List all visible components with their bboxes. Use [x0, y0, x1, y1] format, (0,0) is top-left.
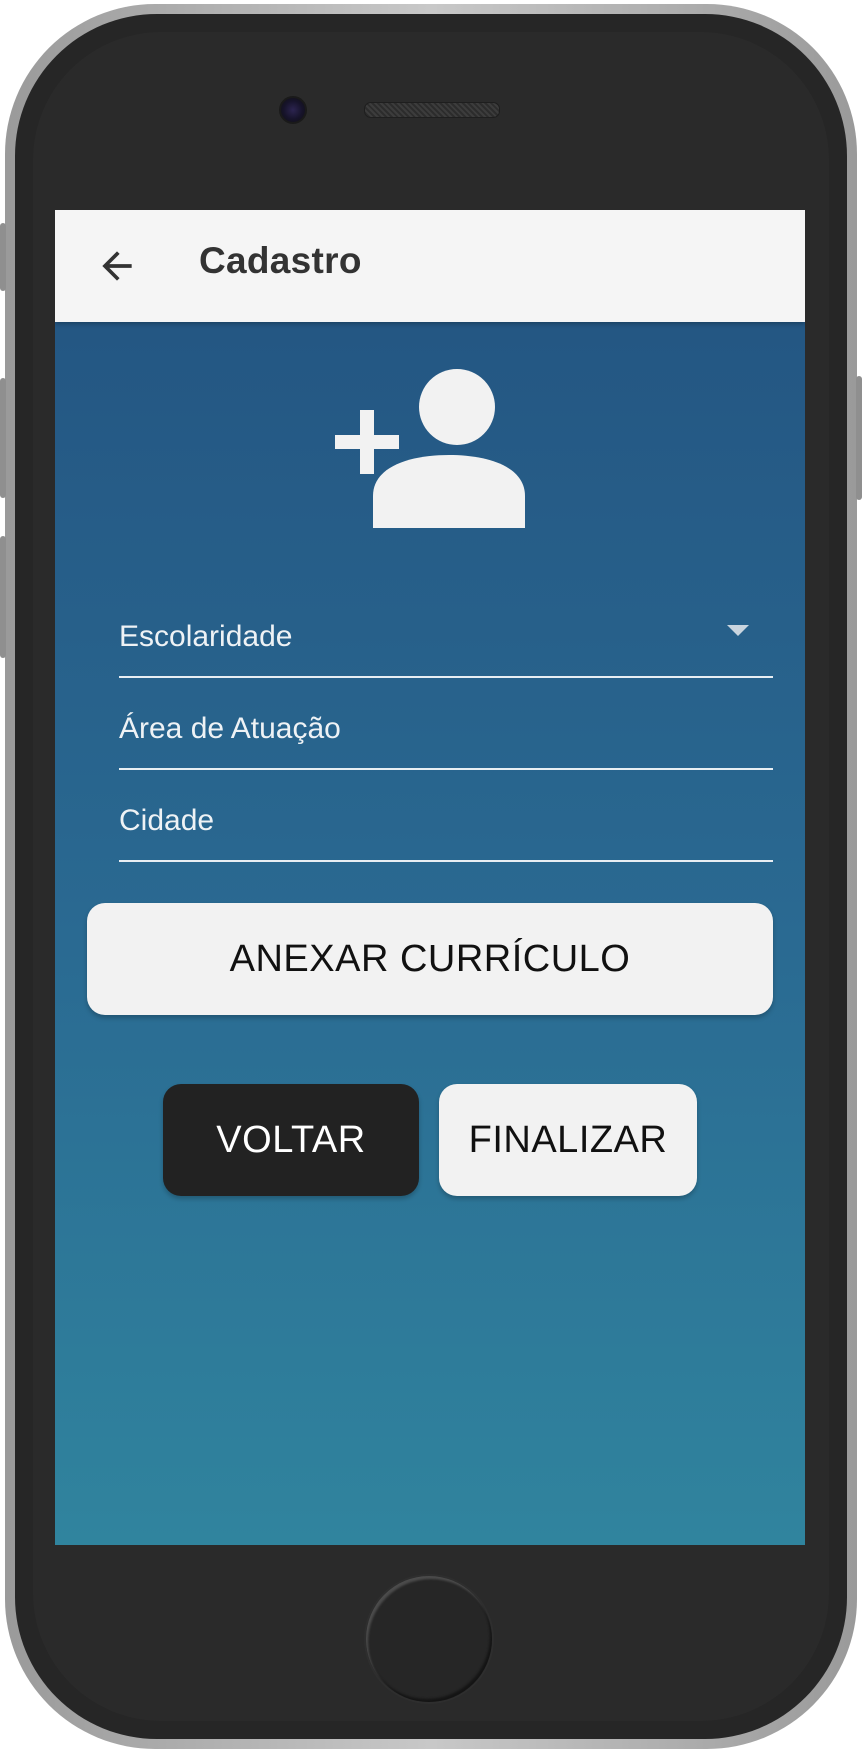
person-add-icon [335, 369, 525, 528]
area-input[interactable]: Área de Atuação [119, 680, 773, 770]
arrow-back-icon[interactable] [95, 244, 139, 288]
app-screen: Cadastro Escolaridade Área de Atuação Ci… [55, 210, 805, 1545]
finish-button[interactable]: FINALIZAR [439, 1084, 697, 1196]
earpiece-speaker [364, 102, 500, 118]
back-button[interactable]: VOLTAR [163, 1084, 419, 1196]
city-label: Cidade [119, 804, 215, 837]
attach-resume-button[interactable]: ANEXAR CURRÍCULO [87, 903, 773, 1015]
city-input[interactable]: Cidade [119, 772, 773, 862]
dropdown-arrow-icon[interactable] [727, 625, 749, 636]
front-camera [279, 96, 307, 124]
page-title: Cadastro [199, 240, 362, 281]
area-label: Área de Atuação [119, 712, 341, 745]
education-dropdown[interactable]: Escolaridade [119, 588, 773, 678]
app-bar: Cadastro [55, 210, 805, 322]
home-button[interactable] [366, 1576, 492, 1702]
education-label: Escolaridade [119, 620, 293, 653]
